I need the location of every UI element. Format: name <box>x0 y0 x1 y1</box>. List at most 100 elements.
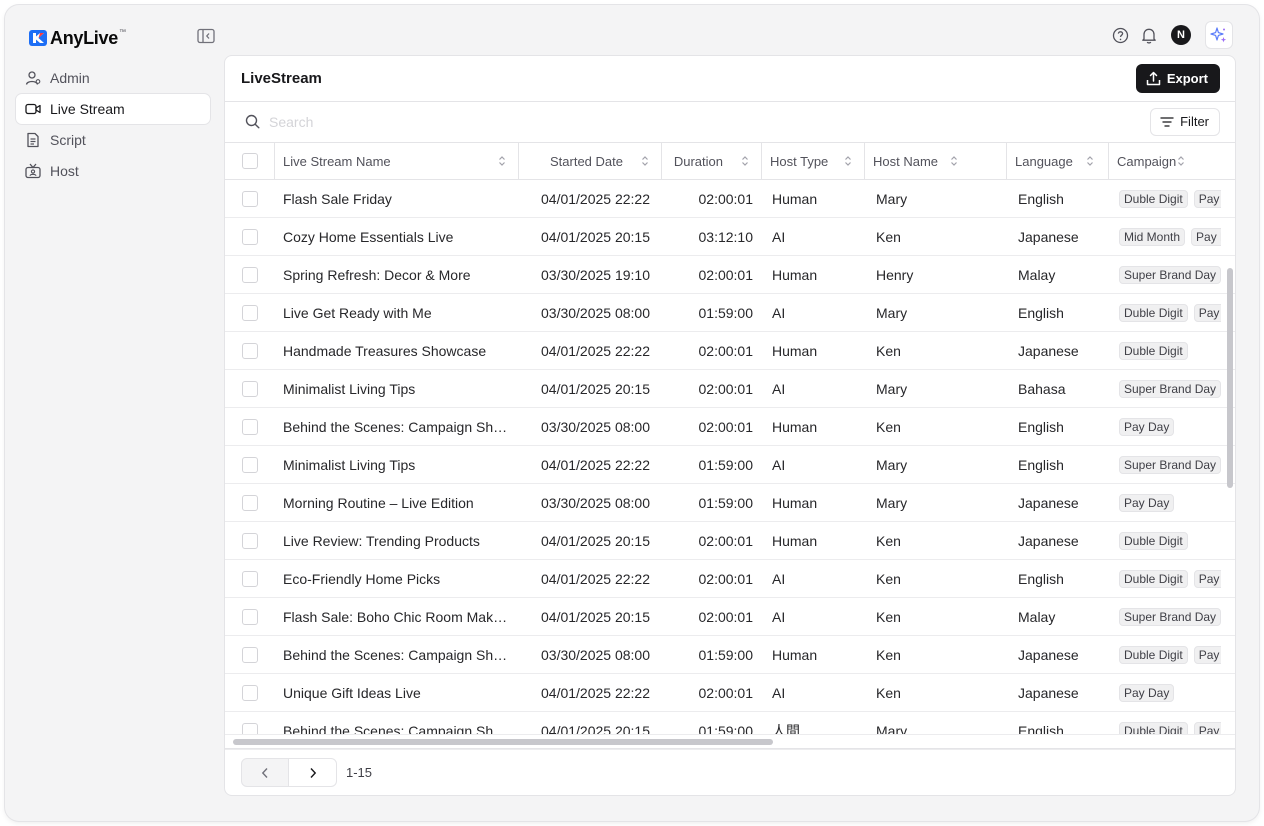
row-checkbox[interactable] <box>242 266 258 283</box>
row-select-cell <box>225 446 275 483</box>
table-row[interactable]: Live Review: Trending Products 04/01/2025… <box>225 522 1235 560</box>
table-row[interactable]: Live Get Ready with Me 03/30/2025 08:00 01… <box>225 294 1235 332</box>
table-row[interactable]: Morning Routine – Live Edition 03/30/2025… <box>225 484 1235 522</box>
row-select-cell <box>225 674 275 711</box>
column-header-host-name[interactable]: Host Name <box>865 143 1007 179</box>
search-input[interactable] <box>269 113 569 130</box>
column-header-name[interactable]: Live Stream Name <box>275 143 519 179</box>
host-name-cell: Ken <box>876 608 901 625</box>
row-checkbox[interactable] <box>242 684 258 701</box>
table-row[interactable]: Minimalist Living Tips 04/01/2025 22:22 01… <box>225 446 1235 484</box>
table-row[interactable]: Flash Sale: Boho Chic Room Make... 04/01/… <box>225 598 1235 636</box>
sparkle-icon <box>1210 27 1227 43</box>
started-date-cell: 04/01/2025 22:22 <box>541 570 650 587</box>
column-header-duration[interactable]: Duration <box>662 143 762 179</box>
row-checkbox[interactable] <box>242 608 258 625</box>
help-button[interactable] <box>1109 24 1131 46</box>
language-cell: Japanese <box>1018 342 1079 359</box>
next-page-button[interactable] <box>289 758 337 787</box>
filter-button[interactable]: Filter <box>1150 107 1220 136</box>
host-type-cell: Human <box>772 266 818 283</box>
sidebar-item-host[interactable]: Host <box>16 156 210 186</box>
host-name-cell: Ken <box>876 684 901 701</box>
campaign-tag: Duble Digit <box>1119 189 1188 208</box>
stream-name: Spring Refresh: Decor & More <box>283 266 471 283</box>
livestream-table: Live Stream Name Started Date Duration H… <box>225 142 1235 750</box>
pagination: 1-15 <box>241 758 372 787</box>
row-checkbox[interactable] <box>242 418 258 435</box>
sort-icon <box>1178 156 1184 166</box>
host-type-cell: AI <box>772 570 786 587</box>
sidebar-item-admin[interactable]: Admin <box>16 63 210 93</box>
host-type-cell: Human <box>772 190 818 207</box>
sidebar-nav: Admin Live Stream Script Host <box>16 63 210 187</box>
row-select-cell <box>225 180 275 217</box>
column-header-host-type[interactable]: Host Type <box>762 143 865 179</box>
language-cell: English <box>1018 456 1064 473</box>
row-checkbox[interactable] <box>242 456 258 473</box>
host-type-cell: AI <box>772 304 786 321</box>
campaign-tag: Pay Day <box>1193 189 1221 208</box>
duration-cell: 02:00:01 <box>698 532 754 549</box>
duration-cell: 02:00:01 <box>698 380 754 397</box>
column-header-label: Language <box>1015 153 1073 169</box>
page-range: 1-15 <box>346 765 373 780</box>
stream-name: Live Review: Trending Products <box>283 532 480 549</box>
column-header-language[interactable]: Language <box>1007 143 1109 179</box>
select-all-checkbox[interactable] <box>241 153 258 169</box>
sort-icon <box>742 156 748 166</box>
row-select-cell <box>225 332 275 369</box>
column-header-campaign[interactable]: Campaign <box>1109 143 1221 179</box>
chevron-right-icon <box>309 767 316 778</box>
stream-name-cell: Eco-Friendly Home Picks <box>275 560 519 597</box>
column-header-started-date[interactable]: Started Date <box>519 143 662 179</box>
campaign-tag: Pay Day <box>1119 493 1175 512</box>
table-row[interactable]: Cozy Home Essentials Live 04/01/2025 20:1… <box>225 218 1235 256</box>
avatar[interactable]: N <box>1171 25 1191 45</box>
table-row[interactable]: Handmade Treasures Showcase 04/01/2025 22… <box>225 332 1235 370</box>
row-checkbox[interactable] <box>242 494 258 511</box>
stream-name: Unique Gift Ideas Live <box>283 684 421 701</box>
export-button[interactable]: Export <box>1135 64 1220 93</box>
ai-assistant-button[interactable] <box>1205 21 1233 49</box>
row-checkbox[interactable] <box>242 380 258 397</box>
row-checkbox[interactable] <box>242 570 258 587</box>
started-date-cell: 03/30/2025 08:00 <box>541 304 650 321</box>
campaign-cell: Pay Day <box>1109 408 1221 445</box>
language-cell: English <box>1018 570 1064 587</box>
table-row[interactable]: Eco-Friendly Home Picks 04/01/2025 22:22 0… <box>225 560 1235 598</box>
row-checkbox[interactable] <box>242 342 258 359</box>
sidebar-item-live-stream[interactable]: Live Stream <box>16 94 210 124</box>
campaign-cell: Duble Digit Pay Day <box>1109 560 1221 597</box>
table-row[interactable]: Spring Refresh: Decor & More 03/30/2025 1… <box>225 256 1235 294</box>
horizontal-scrollbar-track <box>225 734 1235 748</box>
table-row[interactable]: Behind the Scenes: Campaign Sho... 03/30/… <box>225 636 1235 674</box>
row-checkbox[interactable] <box>242 190 258 207</box>
row-select-cell <box>225 294 275 331</box>
previous-page-button[interactable] <box>241 758 289 787</box>
started-date-cell: 03/30/2025 08:00 <box>541 646 650 663</box>
notifications-button[interactable] <box>1138 24 1160 46</box>
sidebar-collapse-button[interactable] <box>196 27 216 45</box>
vertical-scrollbar[interactable] <box>1227 268 1233 488</box>
host-name-cell: Mary <box>876 456 908 473</box>
row-checkbox[interactable] <box>242 228 258 245</box>
row-checkbox[interactable] <box>242 646 258 663</box>
table-row[interactable]: Unique Gift Ideas Live 04/01/2025 22:22 02… <box>225 674 1235 712</box>
table-row[interactable]: Behind the Scenes: Campaign Sho... 03/30/… <box>225 408 1235 446</box>
stream-name: Flash Sale Friday <box>283 190 392 207</box>
campaign-cell: Super Brand Day <box>1109 446 1221 483</box>
row-checkbox[interactable] <box>242 532 258 549</box>
campaign-tag: Super Brand Day <box>1119 265 1221 284</box>
language-cell: Bahasa <box>1018 380 1066 397</box>
row-checkbox[interactable] <box>242 304 258 321</box>
campaign-tag: Duble Digit <box>1119 569 1188 588</box>
started-date-cell: 03/30/2025 19:10 <box>541 266 650 283</box>
sidebar-item-script[interactable]: Script <box>16 125 210 155</box>
duration-cell: 02:00:01 <box>698 570 754 587</box>
table-row[interactable]: Flash Sale Friday 04/01/2025 22:22 02:00:0… <box>225 180 1235 218</box>
duration-cell: 03:12:10 <box>698 228 754 245</box>
brand-logo: AnyLive ™ <box>29 27 126 49</box>
horizontal-scrollbar[interactable] <box>233 739 773 745</box>
table-row[interactable]: Minimalist Living Tips 04/01/2025 20:15 02… <box>225 370 1235 408</box>
